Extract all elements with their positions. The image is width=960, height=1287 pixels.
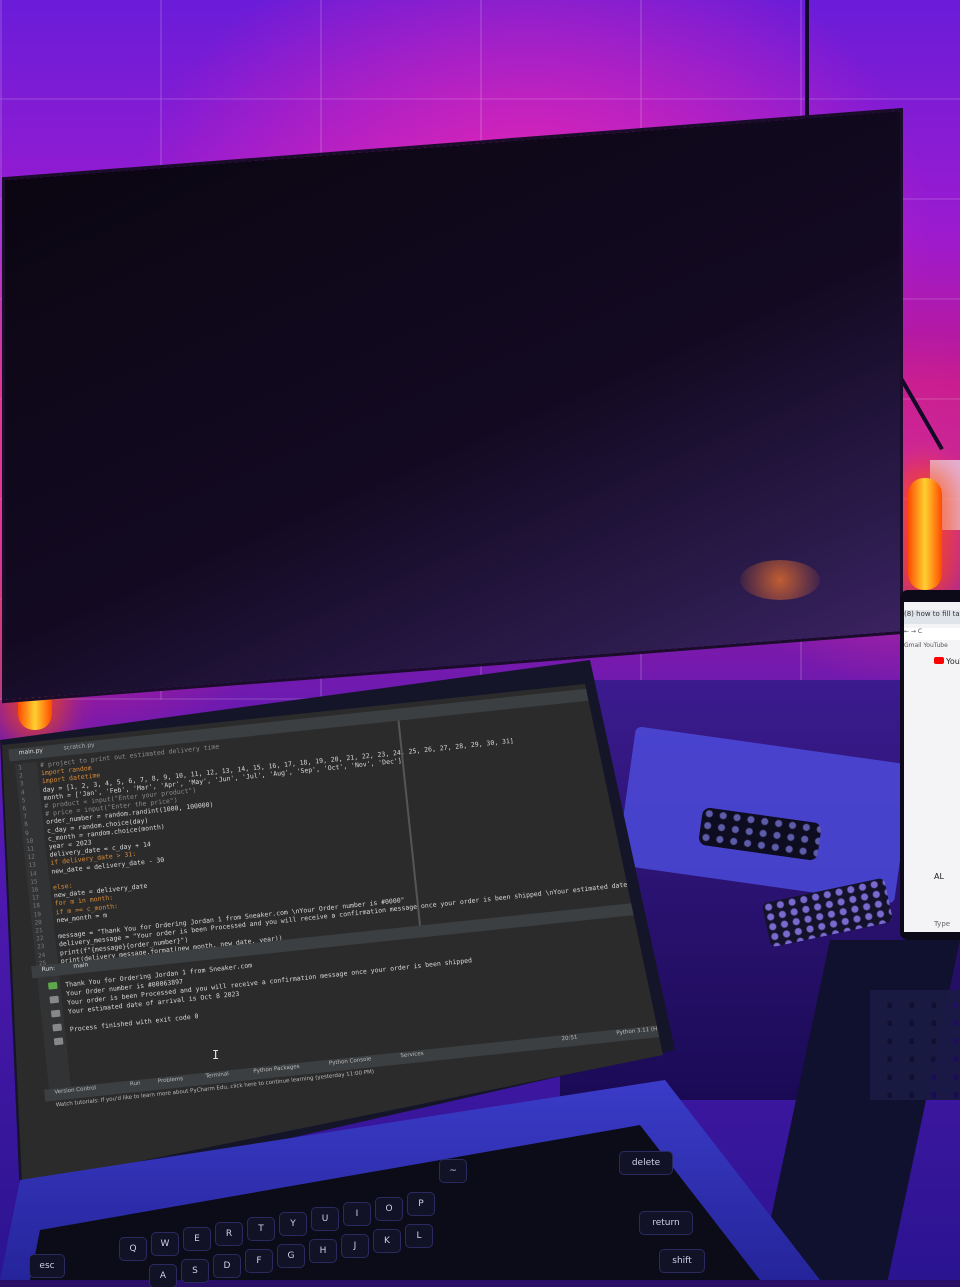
key[interactable]: P: [408, 1193, 434, 1215]
line-number: 14: [29, 869, 38, 878]
line-number: 22: [35, 935, 44, 943]
line-number: 24: [37, 951, 46, 960]
line-number: 2: [18, 772, 24, 780]
line-number: 23: [36, 943, 45, 952]
rerun-icon[interactable]: [47, 981, 58, 990]
line-number: 9: [24, 829, 30, 837]
browser-tab[interactable]: (8) how to fill tax: [904, 610, 960, 624]
key[interactable]: T: [248, 1218, 274, 1240]
run-label: Run:: [41, 964, 56, 974]
key[interactable]: R: [216, 1223, 242, 1245]
browser-nav[interactable]: ← → C: [904, 628, 960, 640]
key[interactable]: delete: [620, 1152, 672, 1174]
text-cursor-icon: I: [212, 1048, 220, 1062]
right-laptop-screen: (8) how to fill tax ← → C Gmail YouTube …: [904, 602, 960, 932]
line-number: 21: [35, 926, 44, 935]
key[interactable]: Y: [280, 1213, 306, 1235]
light-bar-right: [908, 478, 942, 590]
key[interactable]: D: [214, 1255, 240, 1277]
line-number: 1: [17, 764, 23, 772]
key[interactable]: I: [344, 1203, 370, 1225]
line-number: 16: [30, 886, 39, 894]
key[interactable]: J: [342, 1235, 368, 1257]
key[interactable]: O: [376, 1198, 402, 1220]
line-number: 7: [23, 813, 28, 821]
key[interactable]: W: [152, 1233, 178, 1255]
key[interactable]: S: [182, 1260, 208, 1282]
key[interactable]: H: [310, 1240, 336, 1262]
key[interactable]: K: [374, 1230, 400, 1252]
line-number: 18: [32, 902, 41, 911]
key[interactable]: U: [312, 1208, 338, 1230]
external-monitor: [5, 111, 900, 701]
scroll-icon[interactable]: [50, 1009, 61, 1018]
key[interactable]: shift: [660, 1250, 704, 1272]
key[interactable]: F: [246, 1250, 272, 1272]
youtube-label: YouTube: [946, 657, 960, 666]
print-icon[interactable]: [52, 1023, 63, 1032]
line-number: 8: [23, 821, 29, 829]
key[interactable]: A: [150, 1265, 176, 1287]
bookmarks-bar[interactable]: Gmail YouTube: [904, 642, 960, 652]
line-number: 10: [25, 837, 34, 845]
key[interactable]: return: [640, 1212, 692, 1234]
search-field[interactable]: Type: [934, 920, 950, 928]
channel-text: AL: [934, 872, 944, 881]
line-number: 13: [28, 861, 37, 870]
line-number: 19: [33, 910, 42, 919]
line-number: 17: [31, 894, 40, 903]
line-number: 6: [22, 805, 27, 813]
line-number: 3: [19, 780, 25, 788]
stop-icon[interactable]: [49, 995, 60, 1004]
line-number: 12: [27, 853, 36, 862]
key[interactable]: esc: [30, 1255, 64, 1277]
youtube-logo[interactable]: YouTube: [934, 657, 960, 671]
line-number: 11: [26, 845, 35, 854]
key[interactable]: G: [278, 1245, 304, 1267]
key[interactable]: E: [184, 1228, 210, 1250]
line-number: 15: [29, 878, 38, 886]
key[interactable]: Q: [120, 1238, 146, 1260]
line-number: 4: [20, 788, 25, 797]
trash-icon[interactable]: [53, 1037, 64, 1046]
monitor-stand-glow: [740, 560, 820, 600]
youtube-icon: [934, 657, 944, 664]
line-number: 20: [34, 918, 43, 927]
line-number: 5: [21, 796, 26, 805]
right-laptop-keys: [870, 990, 960, 1100]
status-item[interactable]: Run: [130, 1081, 141, 1088]
key[interactable]: L: [406, 1225, 432, 1247]
key[interactable]: ~: [440, 1160, 466, 1182]
